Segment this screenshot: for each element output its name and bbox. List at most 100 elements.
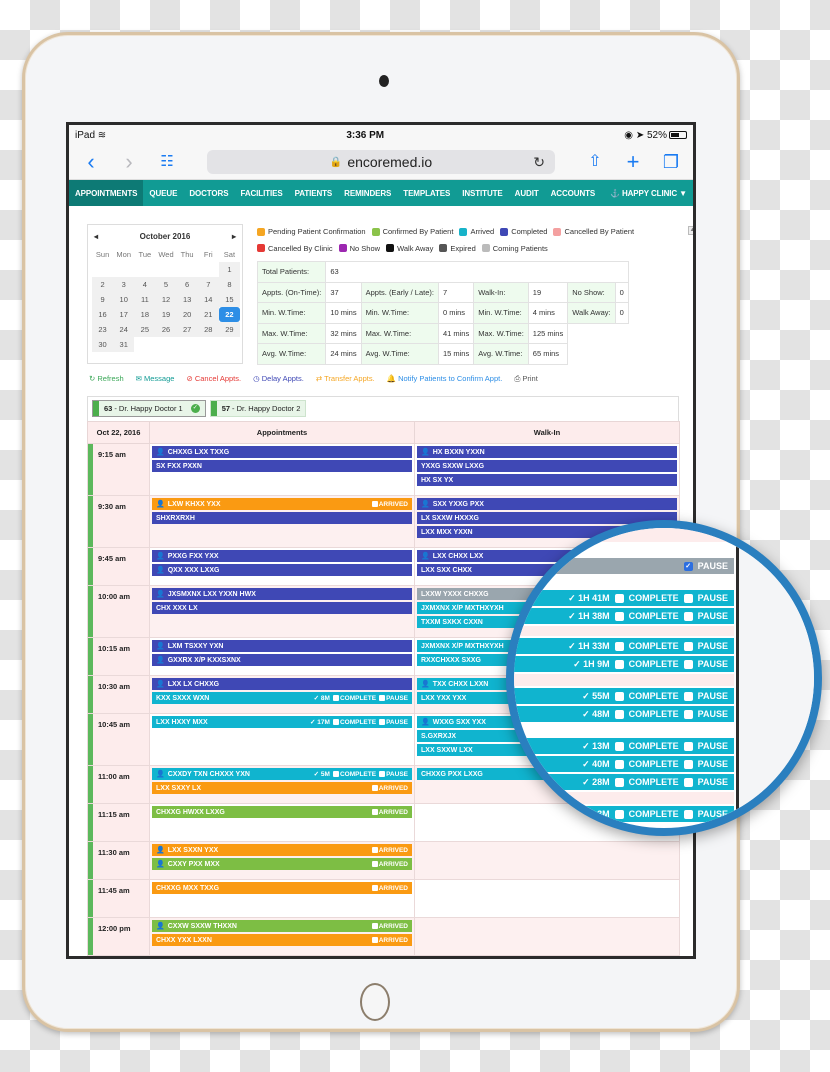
- nav-facilities[interactable]: FACILITIES: [234, 180, 288, 206]
- magnified-appointment-row[interactable]: ✓ 13M COMPLETE PAUSE: [514, 738, 734, 754]
- calendar-day[interactable]: 4: [134, 277, 156, 292]
- complete-checkbox-icon[interactable]: [614, 659, 624, 669]
- doctor-tab[interactable]: 57 - Dr. Happy Doctor 2: [209, 400, 307, 417]
- nav-doctors[interactable]: DOCTORS: [183, 180, 234, 206]
- checkbox-icon[interactable]: [371, 500, 378, 507]
- legend-item[interactable]: Cancelled By Clinic: [257, 241, 333, 256]
- calendar-day[interactable]: 22: [218, 307, 240, 322]
- magnified-appointment-row[interactable]: ✓ 48M COMPLETE PAUSE: [514, 706, 734, 722]
- calendar-day[interactable]: 6: [176, 277, 198, 292]
- checkbox-icon[interactable]: [371, 808, 378, 815]
- pause-checkbox-icon[interactable]: [683, 759, 693, 769]
- action-print-button[interactable]: ⎙ Print: [514, 374, 538, 384]
- magnified-appointment-row[interactable]: ✓ 40M COMPLETE PAUSE: [514, 756, 734, 772]
- arrived-checkbox[interactable]: ARRIVED: [371, 936, 408, 944]
- calendar-day[interactable]: 7: [197, 277, 219, 292]
- magnified-appointment-row[interactable]: ✓ 1H 41M COMPLETE PAUSE: [514, 590, 734, 606]
- nav-institute[interactable]: INSTITUTE: [456, 180, 508, 206]
- appointment-card[interactable]: CHXXG HWXX LXXG ARRIVED: [152, 806, 412, 818]
- nav-audit[interactable]: AUDIT: [509, 180, 545, 206]
- pause-checkbox-icon[interactable]: [683, 659, 693, 669]
- action-notify-patients-to-confirm-appt-button[interactable]: 🔔 Notify Patients to Confirm Appt.: [387, 374, 503, 384]
- pause-checkbox-icon[interactable]: [683, 641, 693, 651]
- legend-checkbox-icon[interactable]: [371, 227, 380, 236]
- share-icon[interactable]: ⇧: [581, 151, 609, 173]
- back-icon[interactable]: ‹: [77, 151, 105, 173]
- checkbox-icon[interactable]: [371, 922, 378, 929]
- walkin-cell[interactable]: [414, 917, 680, 956]
- reload-icon[interactable]: ↻: [533, 154, 545, 171]
- walkin-cell[interactable]: [414, 841, 680, 880]
- calendar-day[interactable]: 11: [134, 292, 156, 307]
- legend-checkbox-icon[interactable]: [257, 244, 265, 252]
- calendar-day[interactable]: 3: [113, 277, 135, 292]
- arrived-checkbox[interactable]: ARRIVED: [371, 846, 408, 854]
- checkbox-icon[interactable]: [332, 770, 339, 777]
- checkbox-icon[interactable]: [332, 694, 339, 701]
- legend-item[interactable]: Coming Patients: [481, 241, 548, 256]
- appointments-cell[interactable]: 👤 LXX LX CHXXG KXX SXXX WXN ✓ 8M COMPLETE PAU…: [149, 675, 415, 714]
- tabs-icon[interactable]: ❐: [657, 151, 685, 173]
- checked-checkbox-icon[interactable]: ✓: [683, 561, 693, 571]
- appointment-card[interactable]: ZHXXG GXX YXXARRIVED: [152, 958, 412, 959]
- complete-checkbox-icon[interactable]: [614, 777, 624, 787]
- calendar-day[interactable]: 19: [155, 307, 177, 322]
- complete-checkbox-icon[interactable]: [614, 641, 624, 651]
- calendar-day[interactable]: 17: [113, 307, 135, 322]
- legend-item[interactable]: Confirmed By Patient: [371, 224, 453, 239]
- walkin-cell[interactable]: [414, 879, 680, 918]
- magnified-appointment-row[interactable]: ✓ 55M COMPLETE PAUSE: [514, 688, 734, 704]
- calendar-day[interactable]: 9: [92, 292, 114, 307]
- appointments-cell[interactable]: 👤 CHXXG LXX TXXG SX FXX PXXN: [149, 443, 415, 496]
- action-refresh-button[interactable]: ↻ Refresh: [89, 374, 124, 384]
- magnified-appointment-row[interactable]: ✓ PAUSE: [514, 558, 734, 574]
- legend-item[interactable]: Arrived: [459, 224, 494, 239]
- action-delay-appts-button[interactable]: ◷ Delay Appts.: [253, 374, 304, 384]
- complete-checkbox-icon[interactable]: [614, 691, 624, 701]
- legend-checkbox-icon[interactable]: [481, 244, 490, 252]
- legend-item[interactable]: Walk Away: [386, 241, 433, 256]
- nav-templates[interactable]: TEMPLATES: [397, 180, 456, 206]
- checkbox-icon[interactable]: [371, 860, 378, 867]
- legend-checkbox-icon[interactable]: [338, 244, 347, 252]
- address-bar[interactable]: 🔒 encoremed.io ↻: [207, 150, 555, 174]
- checkbox-icon[interactable]: [332, 718, 339, 725]
- appointment-card[interactable]: 👤 CXXW SXXW THXXN ARRIVED: [152, 920, 412, 932]
- complete-checkbox-icon[interactable]: [614, 809, 624, 819]
- prev-month-icon[interactable]: ◂: [94, 232, 98, 241]
- appointment-card[interactable]: 👤 LXW KHXX YXX ARRIVED: [152, 498, 412, 510]
- calendar-day[interactable]: 20: [176, 307, 198, 322]
- nav-patients[interactable]: PATIENTS: [289, 180, 339, 206]
- checkbox-icon[interactable]: [371, 936, 378, 943]
- calendar-day[interactable]: 1: [218, 262, 240, 277]
- appointment-card[interactable]: 👤 LXX SXXN YXX ARRIVED: [152, 844, 412, 856]
- appointment-card[interactable]: CHXX YXX LXXN ARRIVED: [152, 934, 412, 946]
- legend-checkbox-icon[interactable]: [386, 244, 395, 252]
- pause-checkbox-icon[interactable]: [683, 611, 693, 621]
- pause-checkbox-icon[interactable]: [683, 593, 693, 603]
- magnified-appointment-row[interactable]: ✓ 1H 38M COMPLETE PAUSE: [514, 608, 734, 624]
- bookmarks-icon[interactable]: ☷: [153, 151, 181, 173]
- complete-checkbox-icon[interactable]: [614, 611, 624, 621]
- calendar-day[interactable]: 8: [218, 277, 240, 292]
- calendar-day[interactable]: 5: [155, 277, 177, 292]
- clinic-menu[interactable]: ⚓ HAPPY CLINIC ▼: [604, 180, 693, 206]
- arrived-checkbox[interactable]: ARRIVED: [371, 922, 408, 930]
- appointment-card[interactable]: LXX SXXY LX ARRIVED: [152, 782, 412, 794]
- complete-checkbox-icon[interactable]: [614, 709, 624, 719]
- legend-checkbox-icon[interactable]: [500, 227, 509, 236]
- calendar-day[interactable]: 21: [197, 307, 219, 322]
- appointments-cell[interactable]: LXX HXXY MXX ✓ 17M COMPLETE PAUSE: [149, 713, 415, 766]
- walkin-cell[interactable]: 👤 HX BXXN YXXN YXXG SXXW LXXG HX SX YX: [414, 443, 680, 496]
- pause-checkbox[interactable]: PAUSE: [379, 695, 408, 702]
- complete-checkbox[interactable]: COMPLETE: [332, 694, 376, 702]
- appointments-cell[interactable]: 👤 CXXW SXXW THXXN ARRIVED CHXX YXX LXXN ARRI…: [149, 917, 415, 956]
- appointment-card[interactable]: 👤 CXXY PXX MXX ARRIVED: [152, 858, 412, 870]
- appointment-card[interactable]: 👤 LXX LX CHXXG: [152, 678, 412, 690]
- checkbox-icon[interactable]: [371, 846, 378, 853]
- nav-appointments[interactable]: APPOINTMENTS: [69, 180, 144, 206]
- pause-checkbox-icon[interactable]: [683, 741, 693, 751]
- nav-queue[interactable]: QUEUE: [143, 180, 183, 206]
- home-button[interactable]: [360, 983, 390, 1021]
- appointments-cell[interactable]: 👤 JXSMXNX LXX YXXN HWX CHX XXX LX: [149, 585, 415, 638]
